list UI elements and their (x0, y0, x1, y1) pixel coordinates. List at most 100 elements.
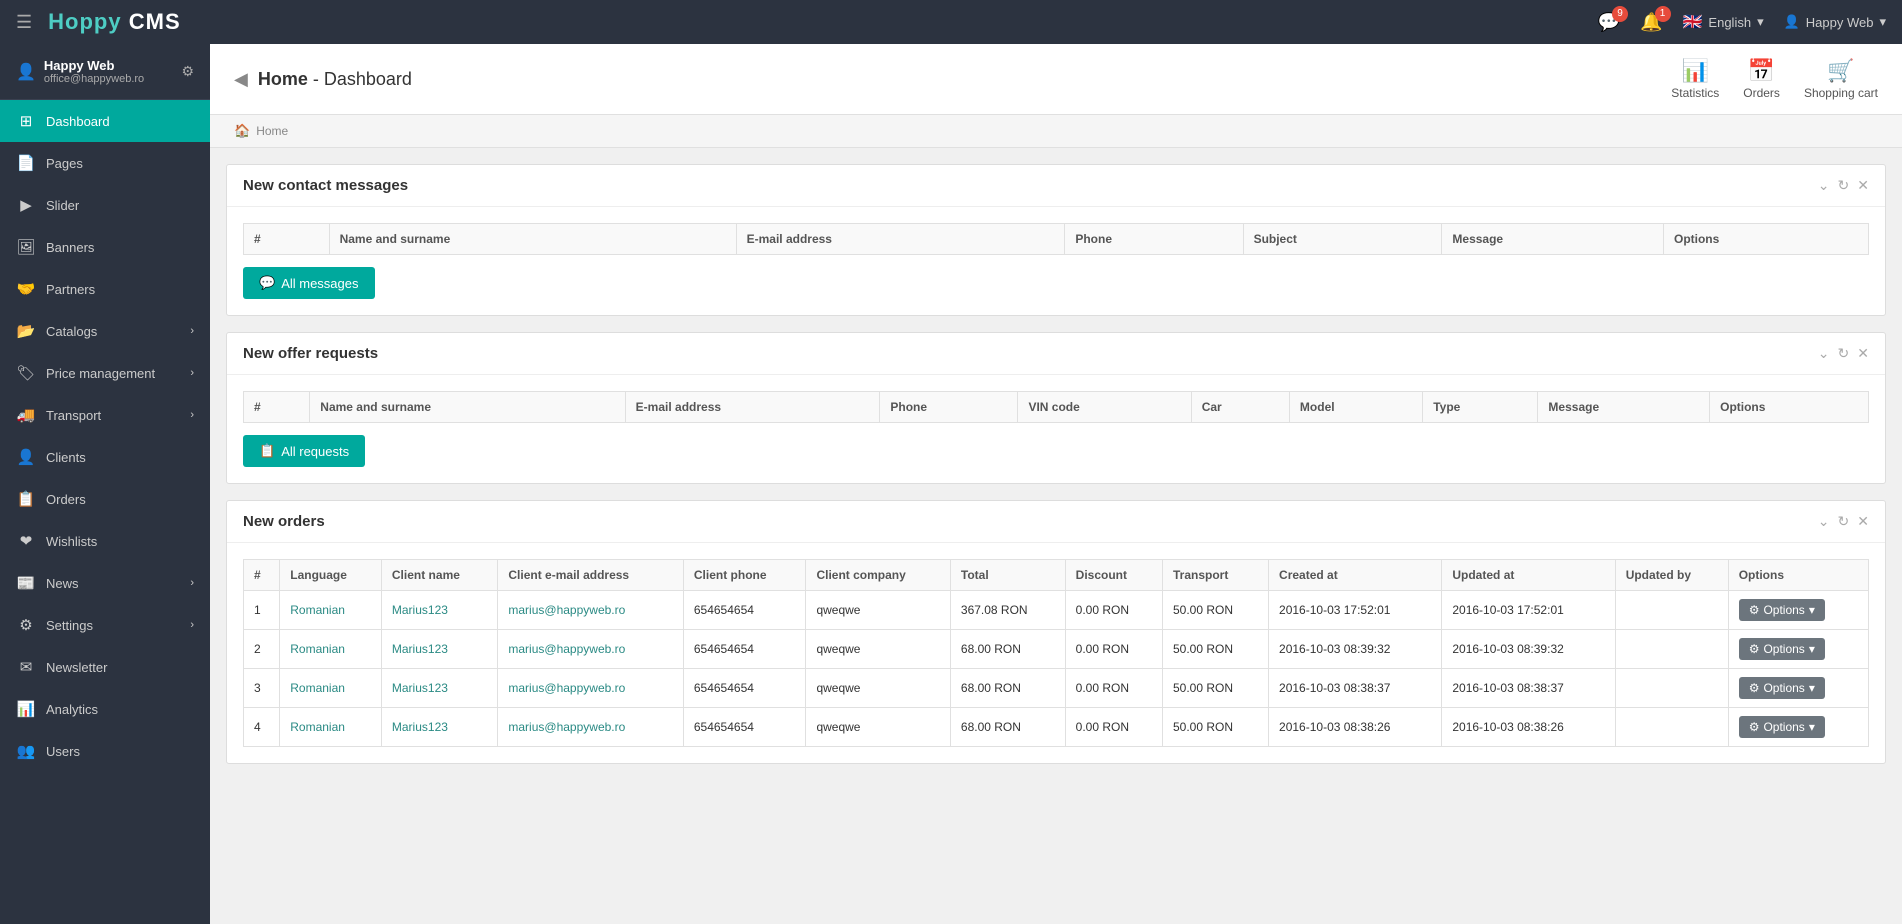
cell-client-name[interactable]: Marius123 (381, 708, 498, 747)
contact-messages-widget-header: New contact messages ⌄ ↻ ✕ (227, 165, 1885, 207)
page-header-left: ◀ Home - Dashboard (234, 69, 412, 90)
language-selector[interactable]: 🇬🇧 English ▾ (1683, 12, 1764, 32)
breadcrumb-home-label[interactable]: Home (256, 124, 288, 138)
col-num: # (244, 392, 310, 423)
notifications-icon-button[interactable]: 🔔 1 (1640, 12, 1662, 33)
sidebar-label-slider: Slider (46, 198, 79, 213)
col-num: # (244, 560, 280, 591)
cell-language[interactable]: Romanian (280, 708, 382, 747)
col-options: Options (1728, 560, 1868, 591)
cart-action[interactable]: 🛒 Shopping cart (1804, 58, 1878, 100)
sidebar-item-orders[interactable]: 📋 Orders (0, 478, 210, 520)
gear-icon[interactable]: ⚙ (181, 63, 194, 80)
sidebar-item-users[interactable]: 👥 Users (0, 730, 210, 772)
back-button[interactable]: ◀ (234, 69, 248, 90)
sidebar-item-dashboard[interactable]: ⊞ Dashboard (0, 100, 210, 142)
cell-email[interactable]: marius@happyweb.ro (498, 669, 683, 708)
all-requests-button[interactable]: 📋 All requests (243, 435, 365, 467)
sidebar-user-section: 👤 Happy Web office@happyweb.ro ⚙ (0, 44, 210, 100)
col-num: # (244, 224, 330, 255)
cell-options: ⚙ Options ▾ (1728, 591, 1868, 630)
new-orders-table: # Language Client name Client e-mail add… (243, 559, 1869, 747)
cell-updated-by (1615, 708, 1728, 747)
col-options: Options (1663, 224, 1868, 255)
sidebar-user-details: Happy Web office@happyweb.ro (44, 58, 144, 85)
close-icon[interactable]: ✕ (1857, 345, 1869, 362)
col-name-surname: Name and surname (329, 224, 736, 255)
sidebar-item-wishlists[interactable]: ❤ Wishlists (0, 520, 210, 562)
sidebar-item-pages[interactable]: 📄 Pages (0, 142, 210, 184)
collapse-icon[interactable]: ⌄ (1818, 513, 1830, 530)
close-icon[interactable]: ✕ (1857, 513, 1869, 530)
user-selector[interactable]: 👤 Happy Web ▾ (1784, 14, 1886, 30)
price-management-icon: 🏷 (16, 364, 36, 382)
close-icon[interactable]: ✕ (1857, 177, 1869, 194)
flag-icon: 🇬🇧 (1683, 12, 1703, 32)
col-phone: Phone (1065, 224, 1243, 255)
refresh-icon[interactable]: ↻ (1838, 345, 1850, 362)
cell-num: 4 (244, 708, 280, 747)
sidebar-label-users: Users (46, 744, 80, 759)
sidebar-item-transport[interactable]: 🚚 Transport › (0, 394, 210, 436)
sidebar-item-slider[interactable]: ▶ Slider (0, 184, 210, 226)
sidebar-item-price-management[interactable]: 🏷 Price management › (0, 352, 210, 394)
collapse-icon[interactable]: ⌄ (1818, 177, 1830, 194)
cell-language[interactable]: Romanian (280, 591, 382, 630)
catalogs-icon: 📂 (16, 322, 36, 340)
refresh-icon[interactable]: ↻ (1838, 177, 1850, 194)
sidebar-item-newsletter[interactable]: ✉ Newsletter (0, 646, 210, 688)
sidebar-label-wishlists: Wishlists (46, 534, 97, 549)
options-button[interactable]: ⚙ Options ▾ (1739, 677, 1825, 699)
gear-icon: ⚙ (1749, 720, 1760, 734)
cell-email[interactable]: marius@happyweb.ro (498, 708, 683, 747)
col-client-phone: Client phone (683, 560, 806, 591)
sidebar-item-partners[interactable]: 🤝 Partners (0, 268, 210, 310)
col-car: Car (1191, 392, 1289, 423)
cell-client-name[interactable]: Marius123 (381, 669, 498, 708)
sidebar-item-catalogs[interactable]: 📂 Catalogs › (0, 310, 210, 352)
all-messages-button[interactable]: 💬 All messages (243, 267, 375, 299)
refresh-icon[interactable]: ↻ (1838, 513, 1850, 530)
sidebar-item-clients[interactable]: 👤 Clients (0, 436, 210, 478)
cell-options: ⚙ Options ▾ (1728, 708, 1868, 747)
logo-cms: CMS (129, 9, 181, 34)
cell-language[interactable]: Romanian (280, 630, 382, 669)
sidebar-label-clients: Clients (46, 450, 86, 465)
hamburger-menu-button[interactable]: ☰ (16, 12, 32, 33)
sidebar-item-settings[interactable]: ⚙ Settings › (0, 604, 210, 646)
cell-company: qweqwe (806, 630, 950, 669)
sidebar-username: Happy Web (44, 58, 144, 73)
col-email: E-mail address (736, 224, 1065, 255)
cell-created-at: 2016-10-03 17:52:01 (1269, 591, 1442, 630)
notifications-badge: 1 (1655, 6, 1671, 22)
newsletter-icon: ✉ (16, 658, 36, 676)
dashboard-icon: ⊞ (16, 112, 36, 130)
orders-action[interactable]: 📅 Orders (1743, 58, 1780, 100)
options-button[interactable]: ⚙ Options ▾ (1739, 716, 1825, 738)
user-chevron-icon: ▾ (1879, 14, 1886, 30)
cell-transport: 50.00 RON (1162, 591, 1268, 630)
sidebar-user-email: office@happyweb.ro (44, 73, 144, 85)
cell-email[interactable]: marius@happyweb.ro (498, 630, 683, 669)
sidebar-user-info: 👤 Happy Web office@happyweb.ro (16, 58, 144, 85)
sidebar-label-newsletter: Newsletter (46, 660, 107, 675)
top-user-name: Happy Web (1806, 15, 1874, 30)
options-button[interactable]: ⚙ Options ▾ (1739, 638, 1825, 660)
cell-client-name[interactable]: Marius123 (381, 630, 498, 669)
statistics-action[interactable]: 📊 Statistics (1671, 58, 1719, 100)
messages-icon-button[interactable]: 💬 9 (1598, 12, 1620, 33)
cell-company: qweqwe (806, 669, 950, 708)
collapse-icon[interactable]: ⌄ (1818, 345, 1830, 362)
options-button[interactable]: ⚙ Options ▾ (1739, 599, 1825, 621)
all-requests-label: All requests (281, 444, 349, 459)
cell-client-name[interactable]: Marius123 (381, 591, 498, 630)
options-chevron-icon: ▾ (1809, 681, 1815, 695)
cell-language[interactable]: Romanian (280, 669, 382, 708)
cell-email[interactable]: marius@happyweb.ro (498, 591, 683, 630)
sidebar-item-news[interactable]: 📰 News › (0, 562, 210, 604)
sidebar-item-banners[interactable]: 🖼 Banners (0, 226, 210, 268)
sidebar-item-analytics[interactable]: 📊 Analytics (0, 688, 210, 730)
breadcrumb-home-icon: 🏠 (234, 123, 250, 139)
cell-updated-by (1615, 630, 1728, 669)
gear-icon: ⚙ (1749, 681, 1760, 695)
